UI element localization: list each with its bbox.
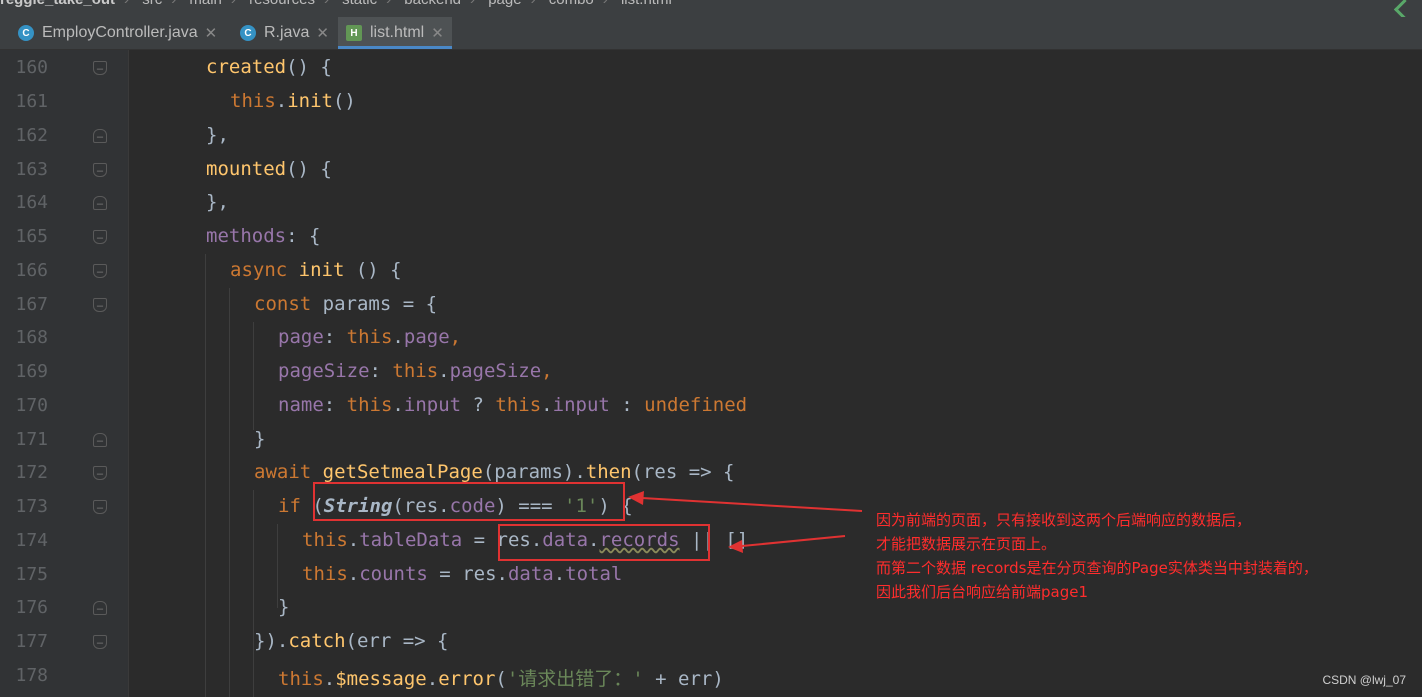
arrow-head-2 <box>728 540 743 553</box>
arrow-line-1 <box>641 497 863 512</box>
watermark: CSDN @lwj_07 <box>1322 673 1406 687</box>
arrow-head-1 <box>628 491 644 505</box>
arrow-line-2 <box>741 535 846 547</box>
annotation-note: 因为前端的页面，只有接收到这两个后端响应的数据后， 才能把数据展示在页面上。 而第二… <box>876 511 1318 601</box>
